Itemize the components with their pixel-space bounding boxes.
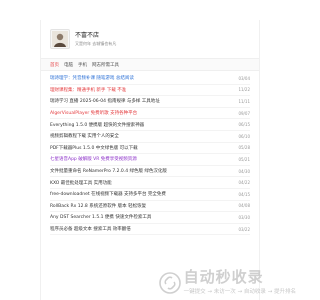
post-title[interactable]: free-downloadnet 在线视频下载器 支持多平台 完全免费	[50, 191, 166, 197]
list-item[interactable]: Everything 1.5.0 便携版 超快的文件搜索神器 06/15	[50, 119, 250, 131]
post-date: 04/30	[238, 168, 250, 174]
post-date: 03/30	[238, 214, 250, 220]
site-title[interactable]: 不富不店	[75, 32, 116, 40]
list-item[interactable]: 文件批量重命名 ReNamerPro 7.2.0.4 绿色版 绿色汉化版 04/3…	[50, 166, 250, 178]
post-title[interactable]: Everything 1.5.0 便携版 超快的文件搜索神器	[50, 122, 144, 128]
site-header: 不富不店 又是何年 去城镇也有凡	[41, 20, 259, 58]
list-item[interactable]: 程序员必备 超级文本 搜索工具 效率翻倍 03/22	[50, 224, 250, 236]
blog-card: 不富不店 又是何年 去城镇也有凡 首页 电脑 手机 网志所需工具 瑞诗理学：凭音…	[40, 20, 260, 300]
post-date: 05/28	[238, 145, 250, 151]
avatar[interactable]	[50, 29, 70, 49]
post-title[interactable]: 七星语音App 破解版 VR 免费享受视频资源	[50, 156, 137, 162]
post-date: 09/07	[238, 110, 250, 116]
post-title[interactable]: 视频剪辑教程下载 实用个人的安全	[50, 133, 119, 139]
nav-item-home[interactable]: 首页	[50, 62, 59, 68]
post-title[interactable]: PDF下载器Plus 1.5.0 中文绿色版 可以下载	[50, 145, 138, 151]
nav-item-mobile[interactable]: 手机	[78, 62, 87, 68]
post-title[interactable]: Any DST Searcher 1.5.1 便携 快速文件检索工具	[50, 214, 151, 220]
post-title[interactable]: 瑞诗学习 直播 2025-06-04 指南规律 与多样 工具地址	[50, 98, 160, 104]
post-date: 04/08	[238, 203, 250, 209]
post-date: 05/21	[238, 156, 250, 162]
list-item[interactable]: 瑞诗学习 直播 2025-06-04 指南规律 与多样 工具地址 11/11	[50, 96, 250, 108]
list-item[interactable]: 理财课程集：精通手机 新手 下载 不准 11/22	[50, 85, 250, 97]
post-list: 瑞诗理学：凭音频补课 随笔游戏 总结阅读 03/04 理财课程集：精通手机 新手 下…	[41, 71, 259, 236]
post-title[interactable]: AlgerVisualPlayer 免费听歌 支持各种平台	[50, 110, 137, 116]
nav-item-computer[interactable]: 电脑	[64, 62, 73, 68]
list-item[interactable]: KXO 最佳批处理工具 实用功能 04/22	[50, 177, 250, 189]
list-item[interactable]: RollBack Rx 12.8 系统还原软件 版本 轻松恢复 04/08	[50, 201, 250, 213]
post-date: 04/15	[238, 191, 250, 197]
post-title[interactable]: 瑞诗理学：凭音频补课 随笔游戏 总结阅读	[50, 75, 134, 81]
post-date: 06/10	[238, 133, 250, 139]
top-nav: 首页 电脑 手机 网志所需工具	[41, 58, 259, 71]
post-title[interactable]: RollBack Rx 12.8 系统还原软件 版本 轻松恢复	[50, 203, 146, 209]
list-item[interactable]: 七星语音App 破解版 VR 免费享受视频资源 05/21	[50, 154, 250, 166]
post-date: 06/15	[238, 122, 250, 128]
nav-item-tools[interactable]: 网志所需工具	[92, 62, 119, 68]
post-title[interactable]: 程序员必备 超级文本 搜索工具 效率翻倍	[50, 226, 131, 232]
post-date: 11/11	[238, 98, 250, 104]
post-date: 04/22	[238, 180, 250, 186]
post-title[interactable]: 理财课程集：精通手机 新手 下载 不准	[50, 87, 126, 93]
list-item[interactable]: 视频剪辑教程下载 实用个人的安全 06/10	[50, 131, 250, 143]
portrait-icon	[52, 31, 68, 47]
list-item[interactable]: 瑞诗理学：凭音频补课 随笔游戏 总结阅读 03/04	[50, 73, 250, 85]
list-item[interactable]: free-downloadnet 在线视频下载器 支持多平台 完全免费 04/15	[50, 189, 250, 201]
site-subtitle: 又是何年 去城镇也有凡	[75, 41, 117, 47]
post-title[interactable]: KXO 最佳批处理工具 实用功能	[50, 180, 112, 186]
post-date: 11/22	[238, 87, 250, 93]
post-date: 03/04	[238, 75, 250, 81]
post-date: 03/22	[238, 226, 250, 232]
list-item[interactable]: PDF下载器Plus 1.5.0 中文绿色版 可以下载 05/28	[50, 143, 250, 155]
list-item[interactable]: AlgerVisualPlayer 免费听歌 支持各种平台 09/07	[50, 108, 250, 120]
post-title[interactable]: 文件批量重命名 ReNamerPro 7.2.0.4 绿色版 绿色汉化版	[50, 168, 167, 174]
list-item[interactable]: Any DST Searcher 1.5.1 便携 快速文件检索工具 03/30	[50, 212, 250, 224]
